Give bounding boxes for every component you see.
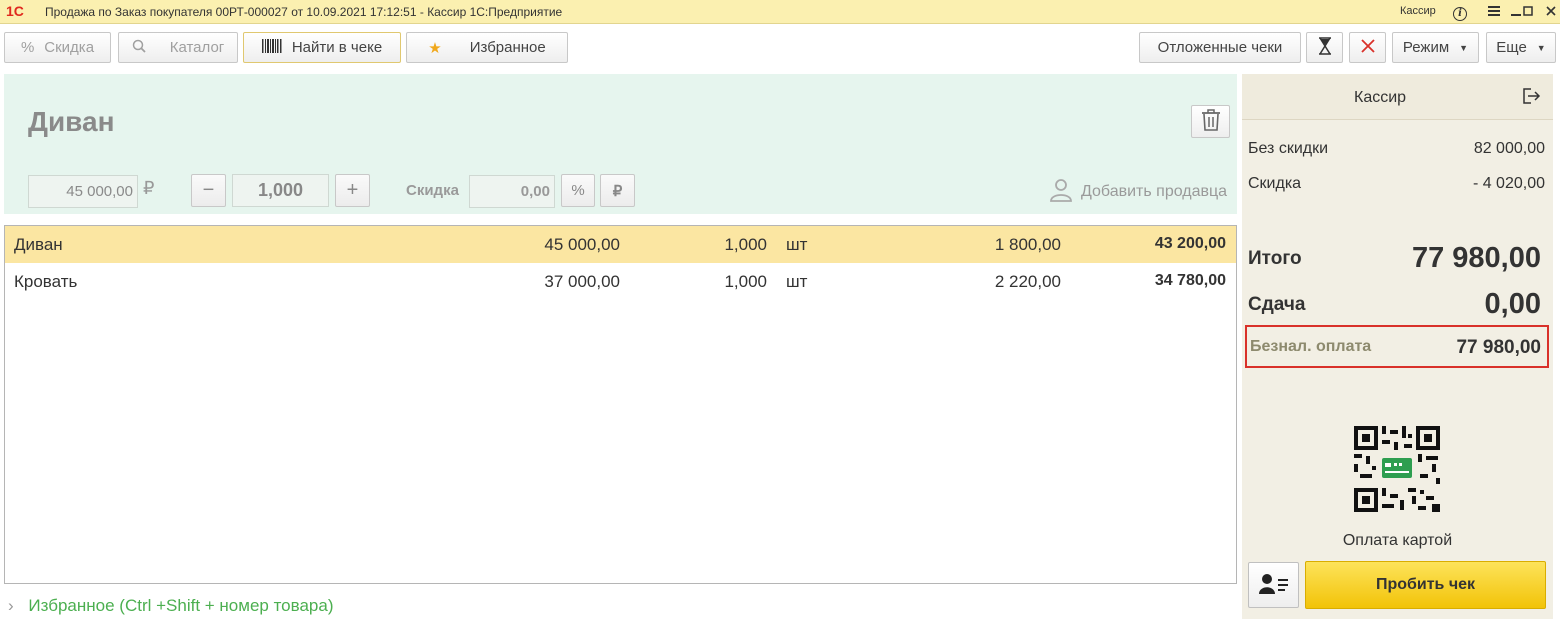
item-unit-cell: шт [786,272,808,291]
current-item-panel: Диван 45 000,00 ₽ − 1,000 + Скидка 0,00 … [4,74,1237,214]
current-item-name: Диван [28,106,115,137]
item-name-cell: Кровать [14,272,78,291]
star-icon: ★ [428,39,442,57]
cancel-check-button[interactable] [1349,32,1386,63]
person-icon [1049,178,1073,205]
chevron-right-icon: › [8,596,14,615]
add-seller-label: Добавить продавца [1081,182,1228,200]
menu-icon[interactable] [1484,2,1504,22]
without-discount-value: 82 000,00 [1473,140,1545,157]
change-label: Сдача [1248,294,1306,315]
find-in-check-label: Найти в чеке [291,39,383,56]
client-button[interactable] [1248,562,1299,608]
search-icon [132,39,146,57]
favorites-button[interactable]: ★ Избранное [406,32,568,63]
table-row[interactable]: Диван 45 000,00 1,000 шт 1 800,00 43 200… [5,226,1236,263]
barcode-icon [261,38,282,57]
percent-icon: % [571,182,585,199]
item-discount-label: Скидка [406,182,459,199]
add-seller-link[interactable]: Добавить продавца [1049,178,1227,205]
total-label: Итого [1248,248,1302,269]
item-total-cell: 43 200,00 [1154,235,1226,252]
catalog-button-label: Каталог [169,39,225,56]
item-unit-cell: шт [786,235,808,254]
discount-value: - 4 020,00 [1472,175,1545,192]
delete-item-button[interactable] [1191,105,1230,138]
item-price-cell: 45 000,00 [544,235,620,254]
minus-icon: − [202,179,215,201]
card-payment-button[interactable] [1352,424,1442,517]
plus-icon: + [346,179,359,201]
price-field[interactable]: 45 000,00 [28,175,138,208]
title-bar: 1С Продажа по Заказ покупателя 00РТ-0000… [0,0,1560,24]
cashless-payment-row[interactable]: Безнал. оплата 77 980,00 [1245,325,1549,368]
qr-card-icon [1352,424,1442,514]
quantity-field[interactable]: 1,000 [232,174,329,207]
change-value: 0,00 [1484,288,1541,320]
check-items-table[interactable]: Диван 45 000,00 1,000 шт 1 800,00 43 200… [4,225,1237,584]
window-title: Продажа по Заказ покупателя 00РТ-000027 … [45,5,563,19]
card-payment-label: Оплата картой [1342,532,1453,549]
percent-icon: % [20,39,35,56]
print-check-label: Пробить чек [1375,576,1476,593]
catalog-button[interactable]: Каталог [118,32,238,63]
info-icon[interactable]: i [1450,2,1470,22]
maximize-icon[interactable] [1518,2,1538,22]
find-in-check-button[interactable]: Найти в чеке [243,32,401,63]
chevron-down-icon: ▼ [1536,42,1546,53]
summary-panel: Кассир Без скидки 82 000,00 Скидка - 4 0… [1242,74,1553,619]
current-user: Кассир [1400,5,1436,17]
chevron-down-icon: ▼ [1459,42,1469,53]
discount-button[interactable]: % Скидка [4,32,111,63]
more-menu-button[interactable]: Еще ▼ [1486,32,1556,63]
item-quantity-cell: 1,000 [724,272,767,291]
item-discount-value: 0,00 [520,183,550,200]
item-price-cell: 37 000,00 [544,272,620,291]
app-logo: 1С [6,3,24,19]
favorites-footer-toggle[interactable]: › Избранное (Ctrl +Shift + номер товара) [8,596,334,616]
discount-button-label: Скидка [44,39,95,56]
total-value: 77 980,00 [1411,242,1541,274]
quantity-value: 1,000 [257,180,304,200]
deferred-checks-label: Отложенные чеки [1157,39,1283,56]
decrease-quantity-button[interactable]: − [191,174,226,207]
item-quantity-cell: 1,000 [724,235,767,254]
cross-icon [1360,38,1375,57]
item-name-cell: Диван [14,235,63,254]
ruble-discount-button[interactable]: ₽ [600,174,635,207]
trash-icon [1201,109,1221,134]
percent-discount-button[interactable]: % [561,174,595,207]
favorites-button-label: Избранное [469,39,546,56]
discount-label: Скидка [1248,175,1302,192]
table-row[interactable]: Кровать 37 000,00 1,000 шт 2 220,00 34 7… [5,263,1236,300]
item-discount-cell: 1 800,00 [994,235,1061,254]
cashless-label: Безнал. оплата [1250,338,1372,355]
hourglass-button[interactable] [1306,32,1343,63]
item-discount-field[interactable]: 0,00 [469,175,555,208]
deferred-checks-button[interactable]: Отложенные чеки [1139,32,1301,63]
logout-icon [1523,87,1541,107]
print-check-button[interactable]: Пробить чек [1305,561,1546,609]
currency-label: ₽ [143,178,155,198]
client-card-icon [1258,573,1289,598]
logout-button[interactable] [1517,83,1547,111]
cashier-label: Кассир [1354,89,1407,106]
item-total-cell: 34 780,00 [1154,272,1226,289]
price-value: 45 000,00 [66,183,133,200]
more-label: Еще [1496,39,1527,56]
without-discount-label: Без скидки [1248,140,1329,157]
cashless-value: 77 980,00 [1456,337,1541,358]
hourglass-icon [1318,36,1332,59]
mode-label: Режим [1402,39,1450,56]
item-discount-cell: 2 220,00 [994,272,1061,291]
favorites-footer-label: Избранное (Ctrl +Shift + номер товара) [28,596,334,615]
cashier-header: Кассир [1242,74,1553,120]
increase-quantity-button[interactable]: + [335,174,370,207]
mode-menu-button[interactable]: Режим ▼ [1392,32,1479,63]
ruble-icon: ₽ [612,182,623,200]
close-window-icon[interactable] [1541,2,1560,22]
